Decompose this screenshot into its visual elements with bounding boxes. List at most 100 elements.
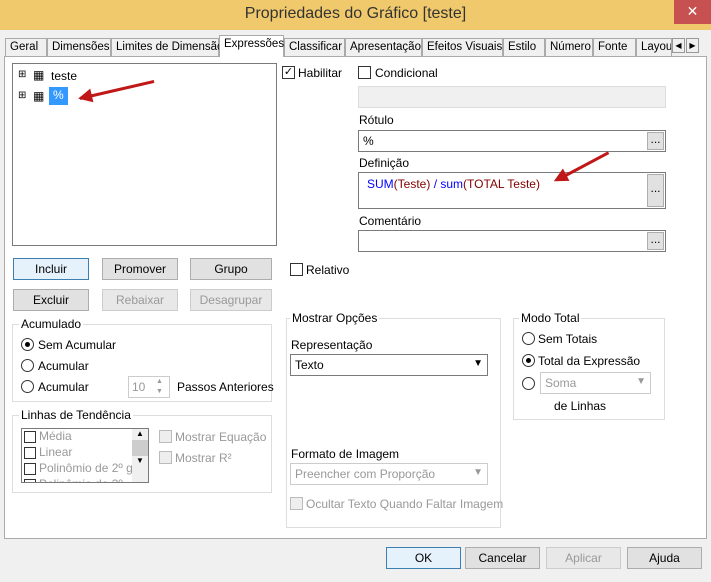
formato-select[interactable]: Preencher com Proporção ▼ — [290, 463, 488, 485]
sem-totais-radio[interactable] — [522, 332, 535, 345]
passos-label: Passos Anteriores — [177, 380, 274, 394]
mostrar-opcoes-title: Mostrar Opções — [290, 311, 380, 325]
tab-9[interactable]: Fonte — [593, 38, 636, 56]
comentario-edit-button[interactable]: ... — [647, 232, 664, 250]
acumular-radio[interactable] — [21, 359, 34, 372]
relativo-label: Relativo — [306, 263, 350, 277]
tab-4[interactable]: Classificar — [284, 38, 345, 56]
comentario-label: Comentário — [359, 214, 422, 228]
stepper-arrows-icon[interactable]: ▲ ▼ — [156, 377, 163, 397]
trend-checkbox[interactable] — [24, 462, 36, 475]
trend-label: Polinômio de 3º — [39, 477, 123, 482]
ocultar-checkbox[interactable] — [290, 497, 303, 510]
trend-label: Linear — [39, 445, 73, 459]
tab-0[interactable]: Geral — [5, 38, 47, 56]
trend-item[interactable]: Linear — [22, 445, 148, 461]
tree-item-teste[interactable]: teste — [51, 69, 77, 83]
expand-icon[interactable]: ⊞ — [18, 90, 26, 101]
table-icon: ▦ — [33, 89, 45, 103]
comentario-input[interactable] — [358, 230, 666, 252]
trend-item[interactable]: Polinômio de 2º gra — [22, 461, 148, 477]
tab-10[interactable]: Layou — [636, 38, 672, 56]
definicao-edit-button[interactable]: ... — [647, 174, 664, 207]
habilitar-checkbox[interactable]: ✓ — [282, 66, 295, 79]
excluir-button[interactable]: Excluir — [13, 289, 89, 311]
trend-item[interactable]: Média — [22, 429, 148, 445]
rotulo-label: Rótulo — [359, 113, 394, 127]
representacao-label: Representação — [291, 338, 373, 352]
representacao-value: Texto — [295, 358, 324, 372]
sem-acumular-label: Sem Acumular — [38, 338, 117, 352]
representacao-select[interactable]: Texto ▼ — [290, 354, 488, 376]
rotulo-edit-button[interactable]: ... — [647, 132, 664, 150]
mostrar-r2-label: Mostrar R² — [175, 451, 232, 465]
tab-6[interactable]: Efeitos Visuais — [422, 38, 503, 56]
tree-item-percent[interactable]: % — [49, 87, 68, 105]
ocultar-label: Ocultar Texto Quando Faltar Imagem — [306, 497, 504, 511]
total-expressao-label: Total da Expressão — [538, 354, 641, 368]
tab-1[interactable]: Dimensões — [47, 38, 111, 56]
condicional-label: Condicional — [375, 66, 438, 80]
condicional-checkbox[interactable] — [358, 66, 371, 79]
trend-checkbox[interactable] — [24, 478, 36, 482]
expr-arg: (TOTAL Teste) — [463, 177, 540, 191]
acumular-label: Acumular — [38, 359, 89, 373]
trend-checkbox[interactable] — [24, 430, 36, 443]
aplicar-button[interactable]: Aplicar — [546, 547, 621, 569]
acumular-passos-radio[interactable] — [21, 380, 34, 393]
chevron-down-icon: ▼ — [636, 376, 646, 387]
tab-8[interactable]: Número — [545, 38, 593, 56]
tendencia-title: Linhas de Tendência — [19, 408, 133, 422]
definicao-input[interactable]: SUM(Teste) / sum(TOTAL Teste) — [358, 172, 666, 209]
chevron-down-icon: ▼ — [473, 467, 483, 478]
formato-label: Formato de Imagem — [291, 447, 400, 461]
tab-2[interactable]: Limites de Dimensão — [111, 38, 223, 56]
rebaixar-button[interactable]: Rebaixar — [102, 289, 178, 311]
grupo-button[interactable]: Grupo — [190, 258, 272, 280]
trend-label: Média — [39, 429, 72, 443]
condicional-input[interactable] — [358, 86, 666, 108]
soma-select[interactable]: Soma ▼ — [540, 372, 651, 394]
window-title: Propriedades do Gráfico [teste] — [244, 5, 467, 22]
mostrar-equacao-checkbox[interactable] — [159, 430, 172, 443]
ajuda-button[interactable]: Ajuda — [627, 547, 702, 569]
ok-button[interactable]: OK — [386, 547, 461, 569]
trend-label: Polinômio de 2º gra — [39, 461, 144, 475]
mostrar-r2-checkbox[interactable] — [159, 451, 172, 464]
incluir-button[interactable]: Incluir — [13, 258, 89, 280]
expand-icon[interactable]: ⊞ — [18, 69, 26, 80]
formato-value: Preencher com Proporção — [295, 467, 436, 481]
rotulo-input[interactable]: % — [358, 130, 666, 152]
tab-3[interactable]: Expressões — [219, 35, 284, 57]
soma-value: Soma — [545, 376, 577, 390]
sem-acumular-radio[interactable] — [21, 338, 34, 351]
sem-totais-label: Sem Totais — [538, 332, 598, 346]
acumular-passos-label: Acumular — [38, 380, 89, 394]
total-expressao-radio[interactable] — [522, 354, 535, 367]
tab-scroll-right-icon[interactable]: ▶ — [686, 38, 699, 53]
expr-fn: SUM — [367, 177, 394, 191]
tab-5[interactable]: Apresentação — [345, 38, 422, 56]
passos-stepper[interactable]: 10 — [128, 376, 170, 398]
chevron-down-icon: ▼ — [473, 358, 483, 369]
definicao-label: Definição — [359, 156, 410, 170]
expr-op: / — [430, 177, 441, 191]
tab-7[interactable]: Estilo — [503, 38, 545, 56]
habilitar-label: Habilitar — [298, 66, 343, 80]
desagrupar-button[interactable]: Desagrupar — [190, 289, 272, 311]
expr-arg: (Teste) — [393, 177, 431, 191]
trend-checkbox[interactable] — [24, 446, 36, 459]
soma-radio[interactable] — [522, 377, 535, 390]
table-icon: ▦ — [33, 68, 45, 82]
cancelar-button[interactable]: Cancelar — [465, 547, 540, 569]
close-button[interactable]: ✕ — [674, 0, 711, 24]
tendencia-list[interactable]: Média Linear Polinômio de 2º gra Polinômio … — [21, 428, 149, 483]
expr-fn: sum — [440, 177, 464, 191]
tab-scroll-left-icon[interactable]: ◀ — [672, 38, 685, 53]
trend-item[interactable]: Polinômio de 3º — [22, 477, 148, 482]
list-scrollbar[interactable]: ▲ ▼ — [132, 429, 148, 482]
mostrar-equacao-label: Mostrar Equação — [175, 430, 267, 444]
relativo-checkbox[interactable] — [290, 263, 303, 276]
promover-button[interactable]: Promover — [102, 258, 178, 280]
modo-total-title: Modo Total — [519, 311, 582, 325]
